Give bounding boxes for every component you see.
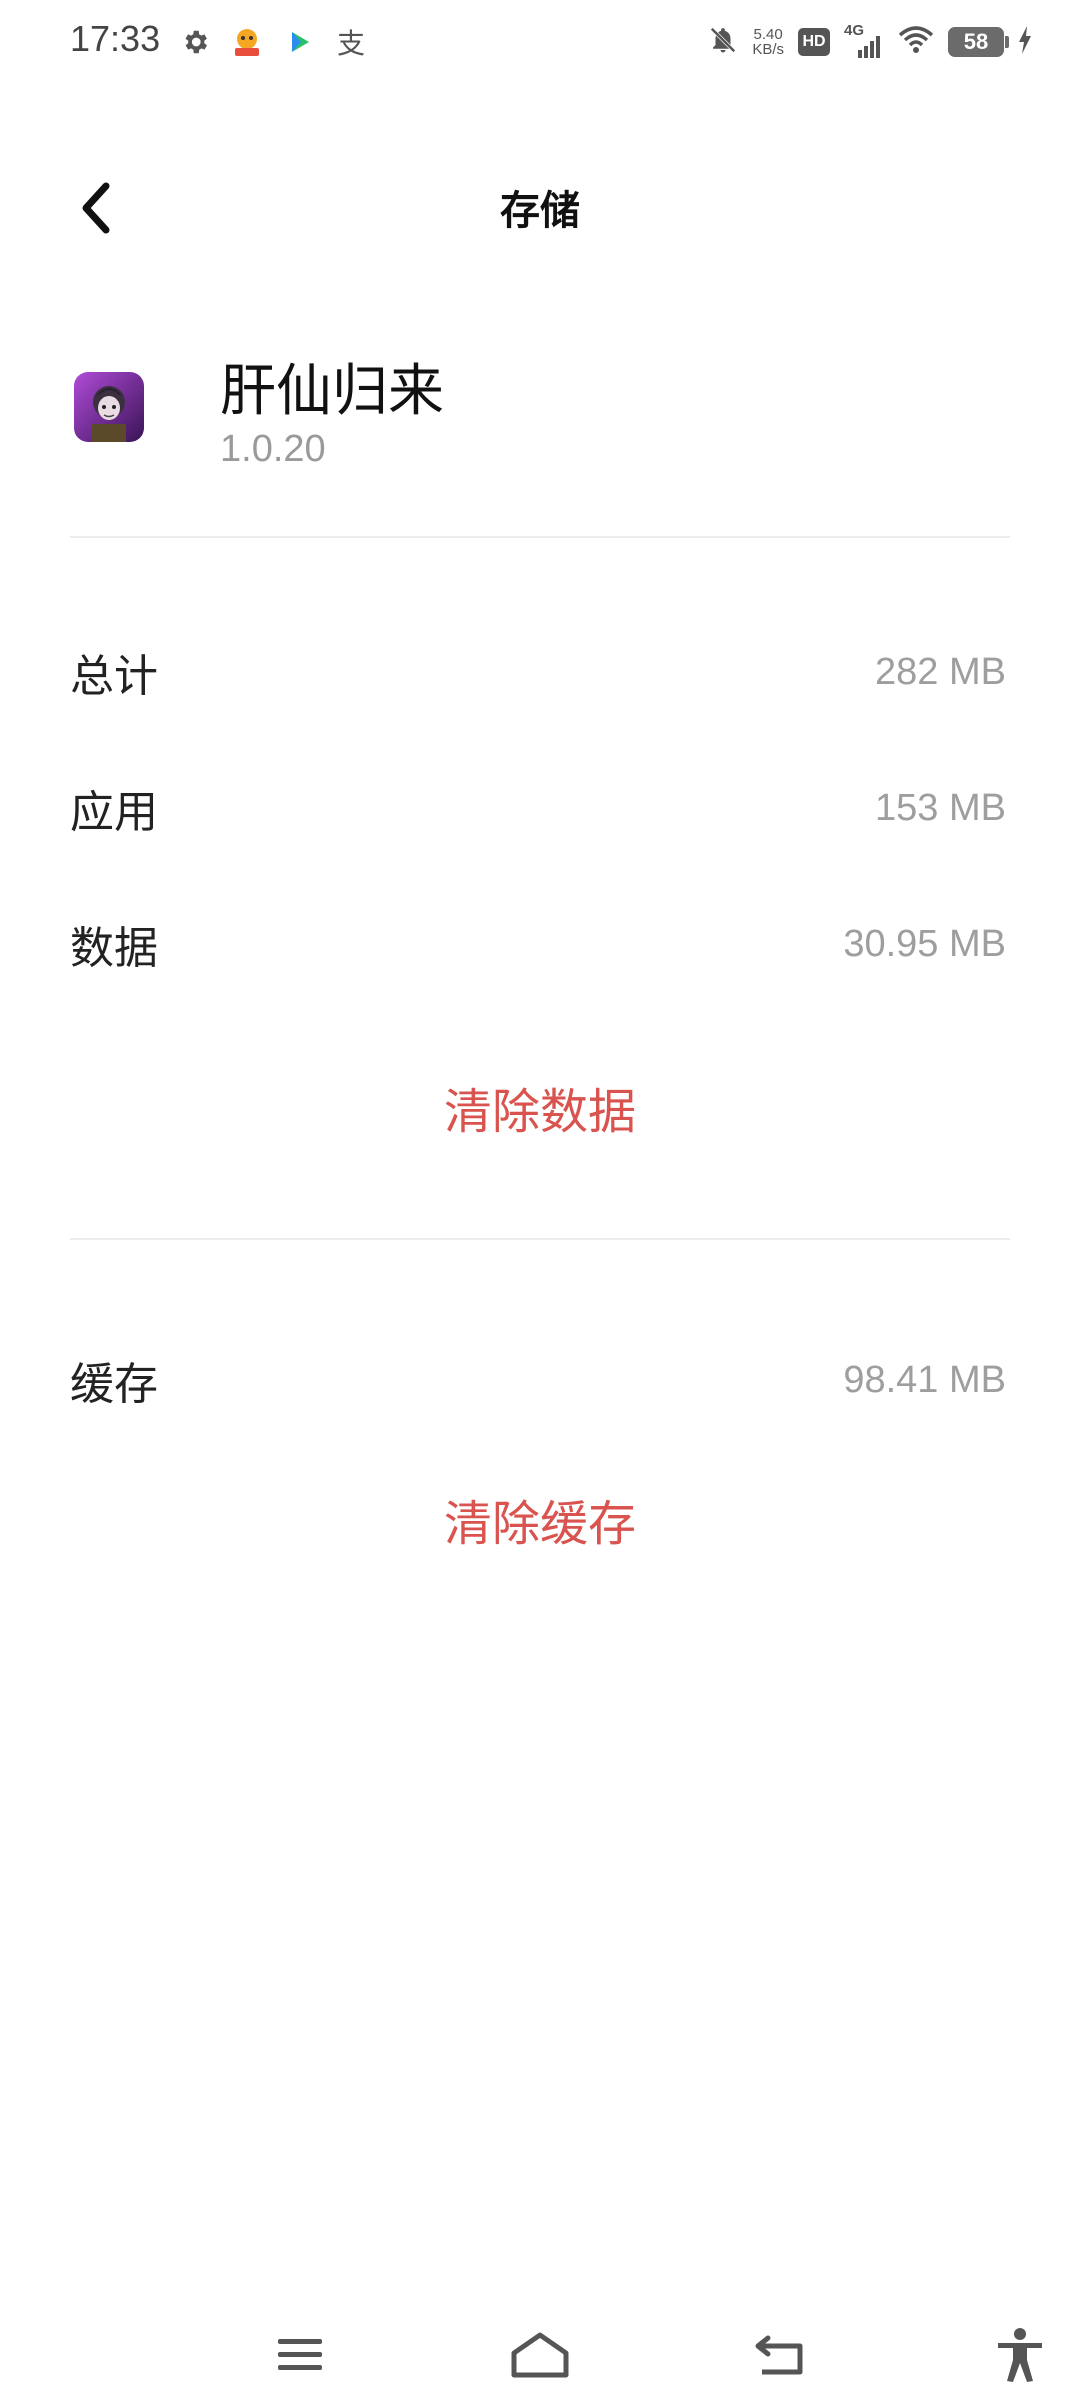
back-nav-button[interactable]	[745, 2320, 815, 2390]
gear-icon	[178, 25, 212, 59]
app-size-label: 应用	[70, 787, 158, 838]
status-time: 17:33	[70, 18, 161, 59]
recent-apps-button[interactable]	[265, 2320, 335, 2390]
wifi-icon	[898, 25, 934, 59]
clear-data-button[interactable]: 清除数据	[0, 1072, 1080, 1142]
mute-bell-icon	[708, 24, 738, 60]
total-value: 282 MB	[875, 650, 1006, 693]
app-size-value: 153 MB	[875, 786, 1006, 829]
accessibility-icon	[998, 2328, 1042, 2382]
navigation-bar	[0, 2300, 1080, 2408]
app-name: 肝仙归来	[220, 359, 444, 424]
total-label: 总计	[70, 651, 158, 702]
storage-row-data: 数据 30.95 MB	[70, 904, 1006, 984]
clear-cache-button[interactable]: 清除缓存	[0, 1484, 1080, 1554]
cache-size-label: 缓存	[70, 1359, 158, 1410]
notification-icons: 支	[178, 22, 368, 62]
back-nav-icon	[755, 2335, 803, 2375]
cache-size-value: 98.41 MB	[843, 1358, 1006, 1401]
home-button[interactable]	[505, 2320, 575, 2390]
cellular-signal-icon: 4G	[844, 22, 884, 60]
storage-row-cache: 缓存 98.41 MB	[70, 1340, 1006, 1420]
net-speed-value: 5.40	[753, 26, 783, 43]
divider	[70, 536, 1010, 538]
data-size-value: 30.95 MB	[843, 922, 1006, 965]
divider	[70, 1238, 1010, 1240]
network-type: 4G	[844, 22, 865, 39]
data-size-label: 数据	[70, 923, 158, 974]
charging-icon	[1018, 26, 1032, 58]
app-notification-icon	[230, 25, 264, 59]
network-speed: 5.40 KB/s	[752, 27, 784, 57]
app-version: 1.0.20	[220, 428, 326, 470]
home-icon	[511, 2332, 569, 2378]
app-icon	[74, 372, 144, 442]
storage-row-total: 总计 282 MB	[70, 632, 1006, 712]
accessibility-button[interactable]	[985, 2320, 1055, 2390]
storage-row-app: 应用 153 MB	[70, 768, 1006, 848]
battery-indicator: 58	[948, 27, 1009, 57]
system-status-icons: 5.40 KB/s HD 4G 58	[708, 20, 1032, 64]
hd-badge: HD	[798, 28, 830, 56]
alipay-icon: 支	[336, 27, 365, 60]
video-app-icon	[282, 25, 316, 59]
menu-icon	[278, 2339, 322, 2370]
page-title: 存储	[500, 188, 580, 234]
net-speed-unit: KB/s	[752, 41, 784, 58]
status-bar: 17:33 支 5.40 KB/s HD 4G 58	[0, 0, 1080, 84]
